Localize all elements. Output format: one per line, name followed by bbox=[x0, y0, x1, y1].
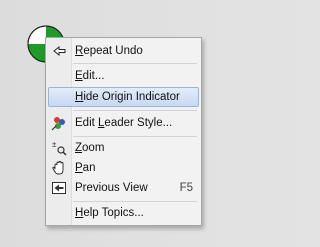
menu-item-pan[interactable]: Pan bbox=[48, 158, 199, 178]
menu-item-label: Help Topics... bbox=[75, 207, 144, 219]
menu-item-repeat-undo[interactable]: Repeat Undo bbox=[48, 41, 199, 61]
leader-style-icon bbox=[51, 117, 65, 131]
menu-item-hide-origin-indicator[interactable]: Hide Origin Indicator bbox=[48, 87, 199, 107]
menu-item-shortcut: F5 bbox=[179, 182, 193, 194]
context-menu: Repeat Undo Edit... Hide Origin Indicato… bbox=[45, 37, 202, 226]
menu-item-label: Previous View bbox=[75, 182, 148, 194]
menu-item-label: Zoom bbox=[75, 142, 105, 154]
previous-view-icon bbox=[52, 182, 66, 194]
menu-item-label: Repeat Undo bbox=[75, 45, 143, 57]
repeat-undo-icon bbox=[53, 45, 66, 57]
menu-separator bbox=[73, 63, 197, 64]
menu-item-help-topics[interactable]: Help Topics... bbox=[48, 203, 199, 223]
menu-item-edit[interactable]: Edit... bbox=[48, 66, 199, 86]
menu-item-label: Pan bbox=[75, 162, 96, 174]
menu-separator bbox=[73, 201, 197, 202]
svg-text:±: ± bbox=[52, 140, 57, 149]
zoom-icon: ± bbox=[52, 140, 67, 156]
pan-hand-icon bbox=[52, 161, 64, 175]
menu-item-label: Hide Origin Indicator bbox=[75, 91, 180, 103]
menu-item-previous-view[interactable]: Previous View F5 bbox=[48, 178, 199, 198]
menu-separator bbox=[73, 136, 197, 137]
menu-item-label: Edit Leader Style... bbox=[75, 117, 173, 129]
menu-item-edit-leader-style[interactable]: Edit Leader Style... bbox=[48, 113, 199, 133]
menu-item-label: Edit... bbox=[75, 70, 105, 82]
menu-item-zoom[interactable]: ± Zoom bbox=[48, 138, 199, 158]
menu-separator bbox=[73, 110, 197, 111]
